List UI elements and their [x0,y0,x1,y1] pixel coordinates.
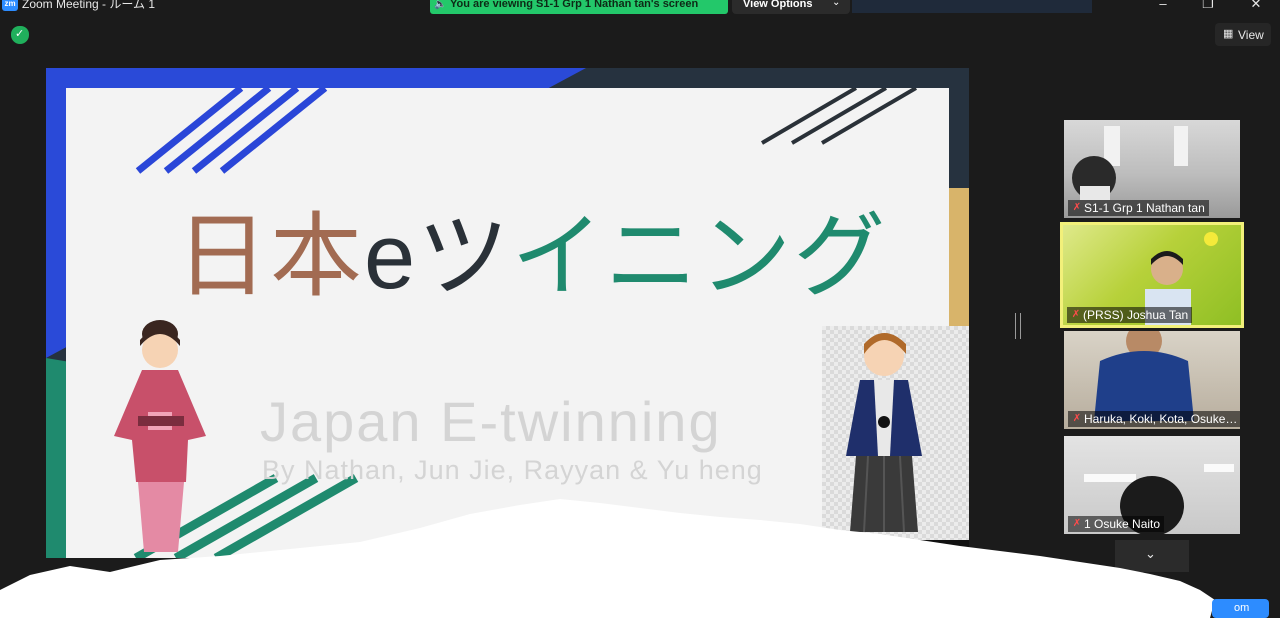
title-bar: zm Zoom Meeting - ルーム 1 🔈 You are viewin… [0,0,1280,14]
participant-tile[interactable]: ✗ 1 Osuke Naito [1064,436,1240,534]
corner-button-label: om [1234,602,1250,614]
participant-name-tag: ✗ (PRSS) Joshua Tan [1067,307,1193,323]
participant-name: S1-1 Grp 1 Nathan tan [1084,201,1205,215]
mic-muted-icon: ✗ [1072,518,1082,529]
speaker-icon: 🔈 [434,0,447,10]
participant-name: (PRSS) Joshua Tan [1083,308,1189,322]
panel-resize-handle[interactable] [1015,313,1021,339]
mic-muted-icon: ✗ [1071,309,1081,320]
kimono-woman-illustration [114,320,206,552]
participant-name: 1 Osuke Naito [1084,517,1161,531]
close-button[interactable]: ✕ [1246,0,1266,12]
slide-authors: By Nathan, Jun Jie, Rayyan & Yu heng [262,455,763,485]
view-options-label: View Options [743,0,813,10]
zoom-logo-icon: zm [2,0,18,11]
mic-muted-icon: ✗ [1072,202,1082,213]
participant-name: Haruka, Koki, Kota, Osuke… [1084,412,1238,426]
shared-screen: 日本eツイニング Japan E-twinning By Nathan, Jun… [46,68,969,558]
chevron-down-icon: ⌄ [1145,546,1156,561]
screen-share-banner: 🔈 You are viewing S1-1 Grp 1 Nathan tan'… [430,0,728,14]
participant-tile[interactable]: ✗ S1-1 Grp 1 Nathan tan [1064,120,1240,218]
view-button[interactable]: ▦ View [1215,23,1271,46]
security-shield-icon[interactable]: ✓ [11,26,29,44]
participant-name-tag: ✗ S1-1 Grp 1 Nathan tan [1068,200,1209,216]
participant-name-tag: ✗ 1 Osuke Naito [1068,516,1165,532]
slide-title-part-2: e [364,206,418,308]
view-button-label: View [1238,28,1264,42]
slide-black-bar-2 [892,540,969,558]
slide-title: 日本eツイニング [176,202,887,312]
slide-title-part-3: ツ [417,206,512,308]
view-options-button[interactable]: View Options ⌄ [732,0,850,14]
corner-button[interactable]: om [1212,599,1269,618]
slide-subtitle: Japan E-twinning [260,390,722,453]
chevron-down-icon: ⌄ [832,0,841,8]
grid-icon: ▦ [1223,28,1234,40]
participant-tile-active-speaker[interactable]: ✗ (PRSS) Joshua Tan [1060,222,1244,328]
window-title: Zoom Meeting - ルーム 1 [22,0,156,11]
slide-title-part-1: 日本 [176,206,365,308]
slide-black-bar [446,534,842,544]
participant-tile[interactable]: ✗ Haruka, Koki, Kota, Osuke… [1064,331,1240,429]
mic-muted-icon: ✗ [1072,413,1082,424]
participant-name-tag: ✗ Haruka, Koki, Kota, Osuke… [1068,411,1240,427]
title-bar-strip [852,0,1092,13]
presentation-slide: 日本eツイニング Japan E-twinning By Nathan, Jun… [66,88,969,558]
minimize-button[interactable]: – [1153,0,1173,11]
maximize-button[interactable]: ❐ [1198,0,1218,12]
slide-title-part-4: イニング [511,206,888,308]
scroll-participants-down-button[interactable]: ⌄ [1115,540,1189,572]
screen-share-banner-text: You are viewing S1-1 Grp 1 Nathan tan's … [450,0,699,10]
hakama-man-illustration [846,333,922,533]
